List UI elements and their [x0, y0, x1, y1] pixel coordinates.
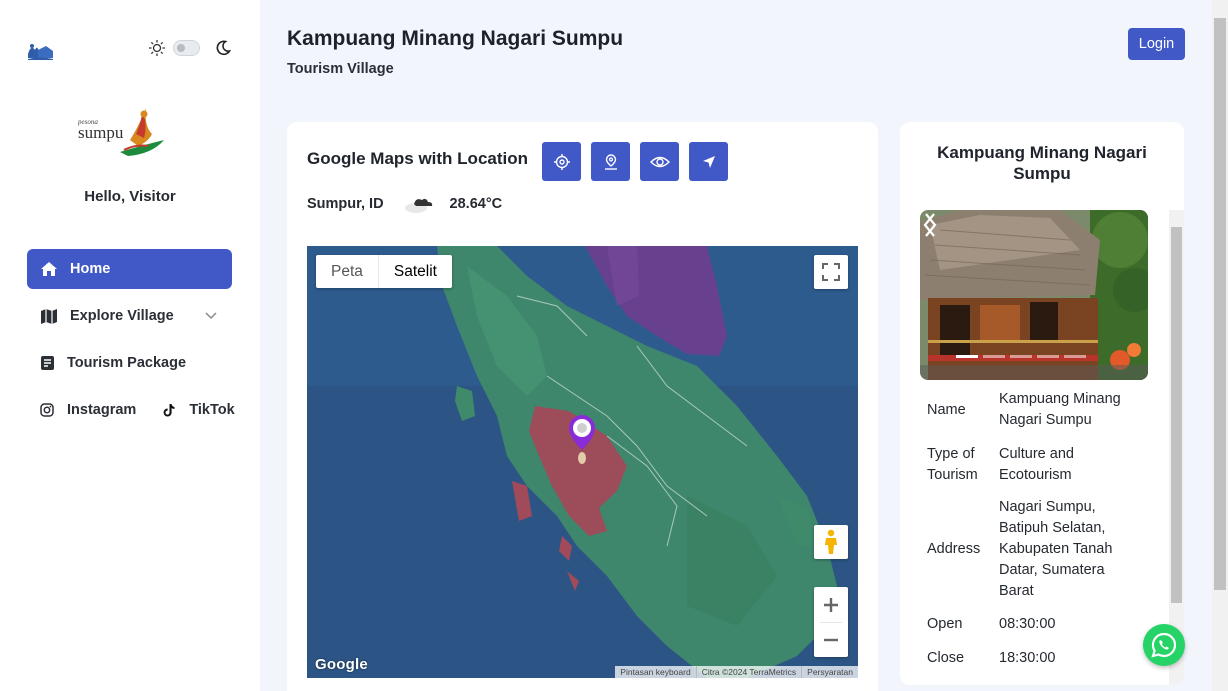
- detail-table: Name Kampuang Minang Nagari Sumpu Type o…: [920, 388, 1148, 675]
- moon-icon: [216, 40, 232, 56]
- weather-info: Sumpur, ID 28.64°C: [307, 194, 502, 214]
- theme-toggle[interactable]: [148, 38, 234, 58]
- photo-carousel[interactable]: [920, 210, 1148, 380]
- sidebar-item-label: Explore Village: [70, 308, 174, 324]
- detail-value: Culture and Ecotourism: [999, 446, 1074, 483]
- sidebar-nav: Home Explore Village Tourism Package Ins…: [27, 249, 235, 430]
- logo-main-text: sumpu: [78, 123, 124, 142]
- village-logo-icon[interactable]: [26, 40, 54, 62]
- carousel-indicator[interactable]: [1037, 355, 1059, 358]
- package-icon: [40, 354, 54, 372]
- pin-button[interactable]: [591, 142, 630, 181]
- detail-key: Name: [927, 401, 966, 418]
- map-card-title: Google Maps with Location: [307, 149, 528, 168]
- sidebar-item-label: Instagram: [67, 402, 137, 418]
- switch-knob: [177, 44, 185, 52]
- page-title: Kampuang Minang Nagari Sumpu: [287, 27, 624, 50]
- carousel-next-icon[interactable]: [920, 210, 940, 240]
- detail-row: Close 18:30:00: [920, 641, 1148, 675]
- detail-key: Type of Tourism: [927, 446, 978, 483]
- navigate-button[interactable]: [689, 142, 728, 181]
- sidebar-item-label: Home: [70, 261, 111, 277]
- map-card: Google Maps with Location Sumpur, ID 28.…: [287, 122, 878, 691]
- greeting: Hello, Visitor: [84, 188, 176, 205]
- sidebar-item-explore-village[interactable]: Explore Village: [27, 296, 232, 336]
- map-type-control: Peta Satelit: [316, 255, 452, 288]
- info-card: Kampuang Minang Nagari Sumpu Name Kampua…: [900, 122, 1184, 685]
- view-icon: [649, 156, 670, 167]
- weather-location: Sumpur, ID: [307, 196, 384, 212]
- sun-icon: [148, 39, 166, 57]
- carousel-indicator[interactable]: [983, 355, 1005, 358]
- current-location-icon: [553, 153, 570, 170]
- pegman-icon: [825, 529, 837, 554]
- sidebar-top: [0, 0, 260, 100]
- map-type-satelit[interactable]: Satelit: [377, 255, 452, 288]
- detail-value: 18:30:00: [999, 649, 1056, 666]
- page-subtitle: Tourism Village: [287, 61, 394, 77]
- sidebar-social: Instagram TikTok: [27, 390, 235, 430]
- fullscreen-button[interactable]: [814, 255, 848, 289]
- whatsapp-button[interactable]: [1143, 624, 1185, 666]
- detail-row: Name Kampuang Minang Nagari Sumpu: [920, 384, 1148, 436]
- cloud-icon: [404, 198, 432, 213]
- current-location-button[interactable]: [542, 142, 581, 181]
- carousel-indicator[interactable]: [1010, 355, 1032, 358]
- sidebar-item-label: Tourism Package: [67, 355, 187, 371]
- home-icon: [40, 260, 58, 278]
- detail-value: Kampuang Minang Nagari Sumpu: [999, 391, 1121, 428]
- map-icon: [40, 307, 58, 325]
- theme-switch[interactable]: [173, 40, 200, 56]
- zoom-divider: [820, 622, 842, 623]
- detail-row: Type of Tourism Culture and Ecotourism: [920, 439, 1148, 491]
- detail-row: Address Nagari Sumpu, Batipuh Selatan, K…: [920, 491, 1148, 607]
- sumpu-logo: pesona sumpu: [78, 108, 164, 156]
- info-card-title: Kampuang Minang Nagari Sumpu: [937, 143, 1147, 183]
- carousel-indicator[interactable]: [1064, 355, 1086, 358]
- location-marker[interactable]: [568, 414, 596, 466]
- view-button[interactable]: [640, 142, 679, 181]
- fullscreen-icon: [822, 263, 840, 281]
- zoom-in-button[interactable]: [814, 587, 848, 622]
- carousel-indicators: [956, 355, 1091, 358]
- whatsapp-icon: [1151, 632, 1177, 658]
- sidebar: pesona sumpu Hello, Visitor Home Explore…: [0, 0, 260, 691]
- zoom-out-button[interactable]: [814, 622, 848, 657]
- detail-key: Address: [927, 540, 981, 557]
- info-scrollbar-thumb[interactable]: [1171, 227, 1182, 603]
- sidebar-item-tiktok[interactable]: TikTok: [162, 402, 235, 418]
- page-scrollbar-thumb[interactable]: [1214, 18, 1226, 590]
- google-logo: Google: [315, 656, 368, 673]
- login-button[interactable]: Login: [1128, 28, 1185, 60]
- detail-key: Open: [927, 615, 963, 632]
- minus-icon: [824, 638, 838, 641]
- chevron-down-icon: [205, 312, 217, 320]
- detail-value: Nagari Sumpu, Batipuh Selatan, Kabupaten…: [999, 498, 1113, 599]
- street-view-button[interactable]: [814, 525, 848, 559]
- sidebar-item-home[interactable]: Home: [27, 249, 232, 289]
- sidebar-item-label: TikTok: [189, 402, 235, 418]
- google-map[interactable]: Peta Satelit Google Pintasan keyboard Ci…: [307, 246, 858, 678]
- sidebar-item-tourism-package[interactable]: Tourism Package: [27, 343, 232, 383]
- keyboard-shortcuts-link[interactable]: Pintasan keyboard: [615, 666, 695, 678]
- sidebar-item-instagram[interactable]: Instagram: [40, 402, 136, 418]
- pin-icon: [604, 153, 617, 170]
- detail-row: Open 08:30:00: [920, 607, 1148, 641]
- plus-icon: [824, 597, 838, 612]
- terms-link[interactable]: Persyaratan: [801, 666, 858, 678]
- detail-value: 08:30:00: [999, 615, 1056, 632]
- tiktok-icon: [163, 404, 175, 417]
- navigate-icon: [702, 155, 715, 168]
- weather-temperature: 28.64°C: [449, 196, 503, 212]
- map-type-peta[interactable]: Peta: [316, 255, 378, 288]
- zoom-control: [814, 587, 848, 657]
- carousel-indicator[interactable]: [956, 355, 978, 358]
- detail-key: Close: [927, 649, 965, 666]
- map-attribution: Pintasan keyboard Citra ©2024 TerraMetri…: [615, 666, 858, 678]
- imagery-credit: Citra ©2024 TerraMetrics: [695, 666, 801, 678]
- map-toolbar: [542, 142, 738, 181]
- instagram-icon: [40, 403, 54, 417]
